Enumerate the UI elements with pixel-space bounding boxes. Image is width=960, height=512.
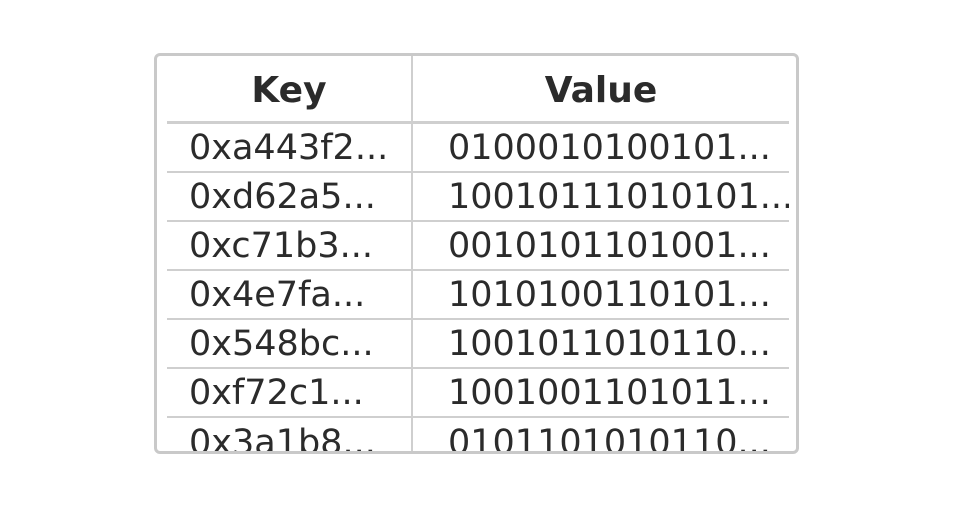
value-cell: 0100010100101...: [448, 127, 771, 168]
value-cell: 1001001101011...: [448, 372, 771, 413]
value-cell: 10010111010101...: [448, 176, 789, 217]
key-value-panel: Key Value 0xa443f2... 0100010100101... 0…: [154, 53, 799, 454]
table-row: 0xd62a5... 10010111010101...: [167, 173, 789, 222]
column-header-key: Key: [167, 56, 413, 121]
table-row: 0x4e7fa... 1010100110101...: [167, 271, 789, 320]
table-row: 0x3a1b8... 0101101010110...: [167, 418, 789, 454]
key-cell: 0x3a1b8...: [167, 418, 413, 451]
table-header: Key Value: [167, 56, 789, 124]
column-header-value: Value: [544, 70, 658, 111]
value-cell: 1001011010110...: [448, 323, 771, 364]
key-cell: 0xf72c1...: [167, 369, 413, 416]
key-cell: 0xd62a5...: [167, 173, 413, 220]
table-row: 0xf72c1... 1001001101011...: [167, 369, 789, 418]
key-value-table: Key Value 0xa443f2... 0100010100101... 0…: [167, 56, 789, 454]
value-cell: 1010100110101...: [448, 274, 771, 315]
value-cell: 0010101101001...: [448, 225, 771, 266]
key-cell: 0xa443f2...: [167, 124, 413, 171]
table-row: 0x548bc... 1001011010110...: [167, 320, 789, 369]
table-row: 0xc71b3... 0010101101001...: [167, 222, 789, 271]
key-cell: 0x548bc...: [167, 320, 413, 367]
key-cell: 0x4e7fa...: [167, 271, 413, 318]
table-row: 0xa443f2... 0100010100101...: [167, 124, 789, 173]
key-cell: 0xc71b3...: [167, 222, 413, 269]
value-cell: 0101101010110...: [448, 422, 771, 454]
